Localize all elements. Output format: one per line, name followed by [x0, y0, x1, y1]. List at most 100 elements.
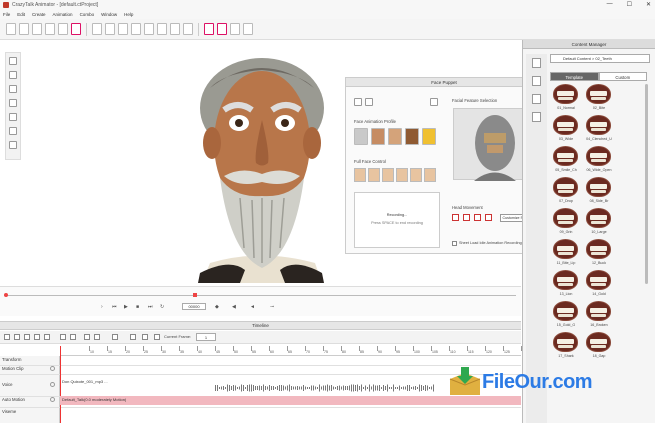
teeth-item[interactable]: [586, 115, 611, 135]
record-area[interactable]: Recording... Press SPACE to end recordin…: [354, 192, 440, 248]
mouth-icon[interactable]: [144, 23, 154, 35]
teeth-item[interactable]: [553, 208, 578, 228]
head-move-icon-4[interactable]: [485, 214, 492, 221]
face-control-thumb-5[interactable]: [410, 168, 422, 182]
face-control-thumb-2[interactable]: [368, 168, 380, 182]
close-button[interactable]: ✕: [646, 1, 651, 8]
maximize-button[interactable]: ☐: [627, 1, 632, 8]
teeth-item[interactable]: [553, 115, 578, 135]
head-move-icon-2[interactable]: [463, 214, 470, 221]
save-icon[interactable]: [32, 23, 42, 35]
teeth-item[interactable]: [553, 177, 578, 197]
redo-icon[interactable]: [9, 141, 17, 149]
rewind-icon[interactable]: ⏮: [112, 304, 117, 310]
auto-motion-clip[interactable]: [60, 396, 521, 405]
head-move-icon-3[interactable]: [474, 214, 481, 221]
key-icon[interactable]: [24, 334, 30, 340]
face-control-thumb-6[interactable]: [424, 168, 436, 182]
track-name-motion-clip[interactable]: Motion Clip: [2, 366, 24, 371]
teeth-item[interactable]: [586, 239, 611, 259]
undo-icon[interactable]: [9, 127, 17, 135]
track-name-voice[interactable]: Voice: [2, 382, 13, 387]
timeline-icon[interactable]: [230, 23, 240, 35]
tab-custom[interactable]: Custom: [598, 72, 647, 81]
motion-icon[interactable]: [217, 23, 227, 35]
teeth-item[interactable]: [553, 332, 578, 352]
play-range-icon[interactable]: [112, 334, 118, 340]
content-path-dropdown[interactable]: Default Content > 02_Teeth: [550, 54, 650, 63]
frame-field[interactable]: 00000: [182, 303, 206, 310]
teeth-item[interactable]: [553, 146, 578, 166]
teeth-item[interactable]: [586, 301, 611, 321]
face-control-thumb-4[interactable]: [396, 168, 408, 182]
morph-icon[interactable]: [157, 23, 167, 35]
move-tool-icon[interactable]: [9, 71, 17, 79]
actor-library-icon[interactable]: [532, 58, 541, 68]
head-mode-icon[interactable]: [365, 98, 373, 106]
new-project-icon[interactable]: [6, 23, 16, 35]
import-icon[interactable]: [45, 23, 55, 35]
add-voice-icon[interactable]: [50, 382, 55, 387]
speed-icon[interactable]: ◀: [232, 304, 236, 310]
teeth-item[interactable]: [553, 239, 578, 259]
timeline-playhead[interactable]: [60, 346, 61, 423]
first-frame-icon[interactable]: [130, 334, 136, 340]
profile-thumb-3[interactable]: [388, 128, 402, 145]
teeth-item[interactable]: [586, 177, 611, 197]
actor-icon[interactable]: [92, 23, 102, 35]
zoom-out-icon[interactable]: [94, 334, 100, 340]
fit-view-icon[interactable]: [9, 113, 17, 121]
head-move-icon-1[interactable]: [452, 214, 459, 221]
remove-key-icon[interactable]: [44, 334, 50, 340]
render-icon[interactable]: [71, 23, 81, 35]
open-project-icon[interactable]: [19, 23, 29, 35]
help-icon[interactable]: [430, 98, 438, 106]
face-mode-icon[interactable]: [354, 98, 362, 106]
face-library-icon[interactable]: [532, 94, 541, 104]
character-head-image[interactable]: [190, 48, 330, 283]
head-icon[interactable]: [118, 23, 128, 35]
play-timeline-icon[interactable]: [142, 334, 148, 340]
volume-icon[interactable]: ◄: [250, 304, 255, 310]
teeth-item[interactable]: [586, 208, 611, 228]
track-name-transform[interactable]: Transform: [2, 357, 21, 362]
menu-file[interactable]: File: [3, 12, 10, 17]
scale-tool-icon[interactable]: [9, 99, 17, 107]
timeline-ruler[interactable]: 10 15 20 25 30 35 40 45 50 55 60 65 70 75 80 85 90 95 100 1…: [60, 346, 528, 356]
voice-clip-label[interactable]: Don Quixote_001_mp3 ...: [62, 379, 108, 384]
voice-waveform[interactable]: [215, 384, 445, 392]
face-icon[interactable]: [105, 23, 115, 35]
add-key-icon[interactable]: [34, 334, 40, 340]
track-name-viseme[interactable]: Viseme: [2, 409, 16, 414]
profile-thumb-1[interactable]: [354, 128, 368, 145]
export-icon[interactable]: [58, 23, 68, 35]
forward-icon[interactable]: ⏭: [148, 304, 153, 310]
menu-window[interactable]: Window: [101, 12, 117, 17]
menu-animation[interactable]: Animation: [53, 12, 73, 17]
sound-icon[interactable]: ◆: [215, 304, 219, 310]
add-auto-motion-icon[interactable]: [50, 397, 55, 402]
teeth-item[interactable]: [553, 84, 578, 104]
add-motion-icon[interactable]: [50, 366, 55, 371]
stop-icon[interactable]: ■: [136, 304, 139, 310]
face-control-thumb-1[interactable]: [354, 168, 366, 182]
camera-icon[interactable]: [183, 23, 193, 35]
track-list-icon[interactable]: [4, 334, 10, 340]
track-name-auto-motion[interactable]: Auto Motion: [2, 397, 25, 402]
teeth-item[interactable]: [586, 84, 611, 104]
teeth-item[interactable]: [553, 301, 578, 321]
playhead-marker[interactable]: [193, 293, 197, 297]
current-frame-input[interactable]: 1: [196, 333, 216, 341]
scene-library-icon[interactable]: [532, 112, 541, 122]
playback-slider[interactable]: [4, 295, 516, 296]
teeth-item[interactable]: [586, 146, 611, 166]
prev-icon[interactable]: [60, 334, 66, 340]
profile-thumb-5[interactable]: [422, 128, 436, 145]
next-icon[interactable]: [70, 334, 76, 340]
teeth-item[interactable]: [586, 332, 611, 352]
eye-icon[interactable]: [131, 23, 141, 35]
zoom-in-icon[interactable]: [84, 334, 90, 340]
puppet-icon[interactable]: [204, 23, 214, 35]
menu-help[interactable]: Help: [124, 12, 133, 17]
profile-thumb-2[interactable]: [371, 128, 385, 145]
